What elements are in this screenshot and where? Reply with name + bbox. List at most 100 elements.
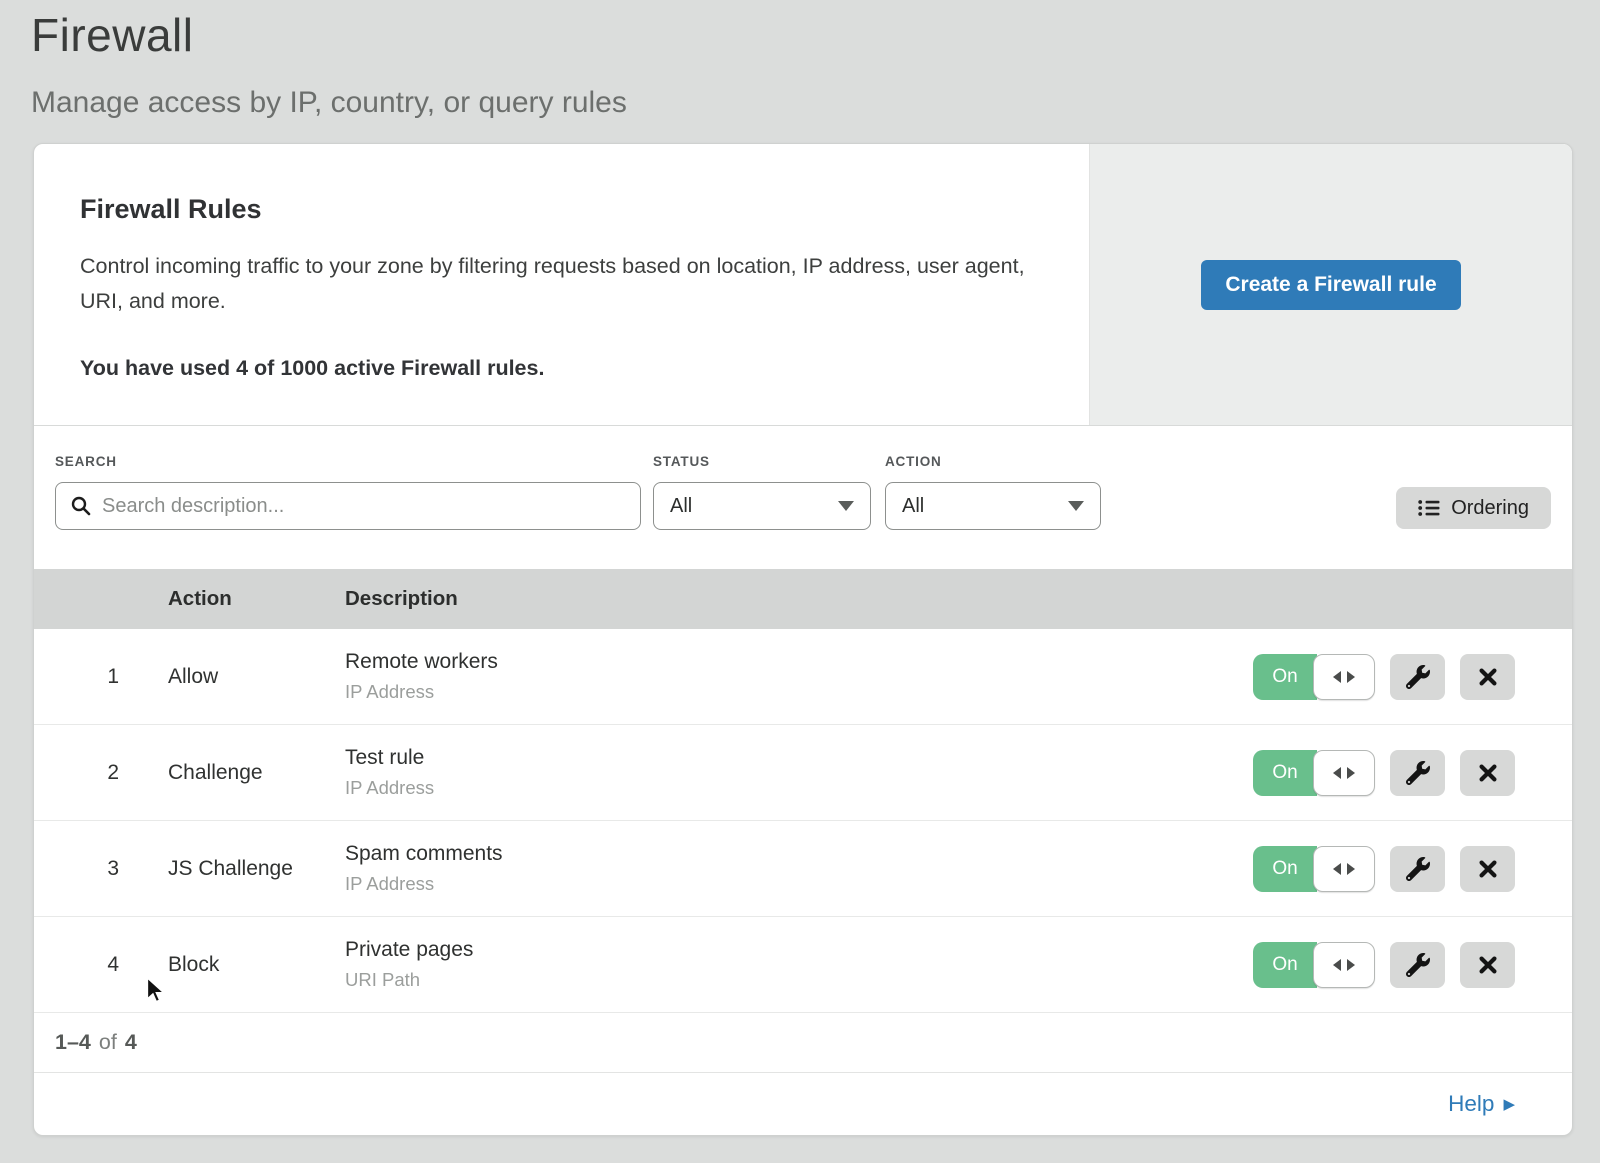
arrow-left-icon	[1333, 671, 1341, 683]
rule-controls: On	[1253, 654, 1572, 700]
action-column-header: Action	[168, 587, 345, 611]
help-link[interactable]: Help ▶	[1448, 1091, 1515, 1117]
rule-toggle[interactable]: On	[1253, 654, 1375, 700]
close-icon	[1477, 954, 1499, 976]
action-select[interactable]: All	[885, 482, 1101, 530]
ordering-button[interactable]: Ordering	[1396, 487, 1551, 529]
table-row: 3 JS Challenge Spam comments IP Address …	[34, 821, 1572, 917]
toggle-drag-handle[interactable]	[1313, 846, 1375, 892]
close-icon	[1477, 666, 1499, 688]
rule-priority: 1	[34, 665, 119, 689]
rule-controls: On	[1253, 942, 1572, 988]
rule-description: Private pages	[345, 938, 1253, 962]
filters-bar: SEARCH STATUS All ACTION All	[34, 426, 1572, 569]
edit-rule-button[interactable]	[1390, 942, 1445, 988]
table-row: 1 Allow Remote workers IP Address On	[34, 629, 1572, 725]
status-label: STATUS	[653, 454, 871, 469]
range-total: 4	[125, 1030, 137, 1055]
delete-rule-button[interactable]	[1460, 654, 1515, 700]
rule-toggle[interactable]: On	[1253, 750, 1375, 796]
rule-priority: 4	[34, 953, 119, 977]
arrow-right-icon: ▶	[1503, 1097, 1515, 1112]
rule-action: Allow	[168, 665, 345, 689]
delete-rule-button[interactable]	[1460, 750, 1515, 796]
description-column-header: Description	[345, 587, 1572, 611]
arrow-right-icon	[1347, 767, 1355, 779]
rules-header-section: Firewall Rules Control incoming traffic …	[34, 144, 1572, 426]
rule-description: Spam comments	[345, 842, 1253, 866]
arrow-left-icon	[1333, 767, 1341, 779]
search-icon	[70, 495, 92, 517]
page-title: Firewall	[31, 8, 1600, 62]
search-input[interactable]	[102, 495, 626, 518]
toggle-drag-handle[interactable]	[1313, 942, 1375, 988]
firewall-rules-card: Firewall Rules Control incoming traffic …	[33, 143, 1573, 1136]
status-select[interactable]: All	[653, 482, 871, 530]
rule-match-type: URI Path	[345, 969, 1253, 991]
close-icon	[1477, 858, 1499, 880]
rules-card-title: Firewall Rules	[80, 194, 1049, 225]
firewall-page: Firewall Manage access by IP, country, o…	[0, 0, 1600, 1163]
delete-rule-button[interactable]	[1460, 846, 1515, 892]
toggle-on-label: On	[1253, 654, 1317, 700]
rules-cta-panel: Create a Firewall rule	[1089, 144, 1572, 425]
arrow-right-icon	[1347, 959, 1355, 971]
rule-match-type: IP Address	[345, 681, 1253, 703]
page-header: Firewall Manage access by IP, country, o…	[0, 0, 1600, 143]
rule-description: Remote workers	[345, 650, 1253, 674]
search-label: SEARCH	[55, 454, 641, 469]
wrench-icon	[1406, 857, 1430, 881]
chevron-down-icon	[1068, 501, 1084, 511]
status-select-value: All	[670, 495, 692, 518]
rule-description-cell: Remote workers IP Address	[345, 650, 1253, 703]
action-select-value: All	[902, 495, 924, 518]
help-link-label: Help	[1448, 1091, 1494, 1117]
rule-toggle[interactable]: On	[1253, 846, 1375, 892]
toggle-on-label: On	[1253, 750, 1317, 796]
rule-description: Test rule	[345, 746, 1253, 770]
rule-match-type: IP Address	[345, 873, 1253, 895]
toggle-drag-handle[interactable]	[1313, 654, 1375, 700]
wrench-icon	[1406, 953, 1430, 977]
rule-controls: On	[1253, 750, 1572, 796]
toggle-drag-handle[interactable]	[1313, 750, 1375, 796]
edit-rule-button[interactable]	[1390, 654, 1445, 700]
rule-toggle[interactable]: On	[1253, 942, 1375, 988]
wrench-icon	[1406, 665, 1430, 689]
search-input-wrap[interactable]	[55, 482, 641, 530]
rule-description-cell: Spam comments IP Address	[345, 842, 1253, 895]
rule-action: JS Challenge	[168, 857, 345, 881]
rules-header-text: Firewall Rules Control incoming traffic …	[34, 144, 1089, 425]
toggle-on-label: On	[1253, 942, 1317, 988]
arrow-left-icon	[1333, 863, 1341, 875]
rule-description-cell: Private pages URI Path	[345, 938, 1253, 991]
toggle-on-label: On	[1253, 846, 1317, 892]
rule-description-cell: Test rule IP Address	[345, 746, 1253, 799]
rule-controls: On	[1253, 846, 1572, 892]
rules-usage-text: You have used 4 of 1000 active Firewall …	[80, 356, 1049, 381]
delete-rule-button[interactable]	[1460, 942, 1515, 988]
arrow-right-icon	[1347, 863, 1355, 875]
table-row: 2 Challenge Test rule IP Address On	[34, 725, 1572, 821]
wrench-icon	[1406, 761, 1430, 785]
help-row: Help ▶	[34, 1073, 1572, 1135]
pagination-summary: 1–4 of 4	[34, 1013, 1572, 1073]
create-firewall-rule-button[interactable]: Create a Firewall rule	[1201, 260, 1460, 310]
edit-rule-button[interactable]	[1390, 846, 1445, 892]
rules-card-description: Control incoming traffic to your zone by…	[80, 249, 1030, 320]
close-icon	[1477, 762, 1499, 784]
chevron-down-icon	[838, 501, 854, 511]
rule-action: Challenge	[168, 761, 345, 785]
arrow-left-icon	[1333, 959, 1341, 971]
edit-rule-button[interactable]	[1390, 750, 1445, 796]
status-filter-group: STATUS All	[653, 454, 871, 530]
range-label: 1–4	[55, 1030, 91, 1055]
ordering-button-label: Ordering	[1451, 497, 1529, 520]
table-header: Action Description	[34, 569, 1572, 629]
rule-match-type: IP Address	[345, 777, 1253, 799]
range-of-label: of	[99, 1030, 117, 1055]
action-label: ACTION	[885, 454, 1101, 469]
arrow-right-icon	[1347, 671, 1355, 683]
rule-action: Block	[168, 953, 345, 977]
rule-priority: 2	[34, 761, 119, 785]
